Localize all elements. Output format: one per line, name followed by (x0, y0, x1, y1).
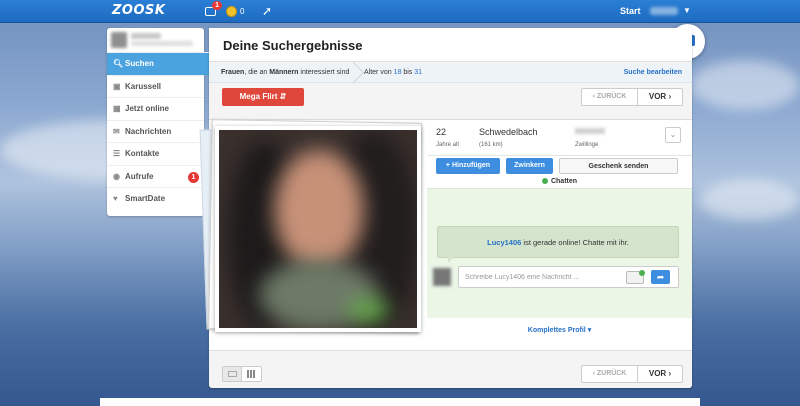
back-button[interactable]: ‹ ZURÜCK (582, 366, 638, 382)
profile-info-row: 22 Jahre alt Schwedelbach (161 km) Zwill… (427, 120, 692, 156)
zodiac-blurred (575, 128, 605, 134)
sidebar: 🔍︎ Suchen ▣ Karussell ▦ Jetzt online ✉ N… (107, 28, 220, 216)
pager-bottom: ‹ ZURÜCK VOR › (581, 365, 683, 383)
single-view-icon[interactable] (223, 367, 242, 381)
edit-search-link[interactable]: Suche bearbeiten (624, 63, 682, 83)
online-icon: ▦ (113, 104, 121, 113)
chevron-down-icon[interactable]: ▼ (683, 6, 691, 15)
sidebar-item-label: Jetzt online (125, 104, 170, 113)
profile-city: Schwedelbach (479, 127, 538, 137)
profile-zodiac: Zwillinge (575, 142, 599, 148)
rocket-icon[interactable]: ➚ (262, 4, 272, 19)
user-name-blurred (131, 33, 161, 39)
pager-top: ‹ ZURÜCK VOR › (581, 88, 683, 106)
sidebar-item-suchen[interactable]: 🔍︎ Suchen (107, 52, 220, 75)
search-results-panel: Deine Suchergebnisse Frauen, die an Männ… (199, 28, 692, 388)
views-badge: 1 (188, 171, 199, 183)
start-link[interactable]: Start (620, 6, 641, 16)
avatar (433, 268, 451, 286)
filter-age-range: Alter von 18 bis 31 (364, 69, 423, 76)
coins-count: 0 (240, 7, 245, 17)
sidebar-item-jetzt-online[interactable]: ▦ Jetzt online (107, 97, 204, 120)
send-gift-button[interactable]: Geschenk senden (559, 158, 678, 174)
coins-indicator[interactable]: 0 (226, 4, 244, 19)
smartdate-icon: ♥ (113, 194, 118, 203)
sidebar-item-label: Aufrufe (125, 171, 154, 181)
notification-badge: 1 (212, 1, 222, 10)
gift-icon[interactable] (626, 270, 645, 284)
user-subtitle-blurred (131, 41, 193, 46)
caret-down-icon: ▾ (587, 327, 592, 334)
next-button[interactable]: VOR › (638, 89, 682, 105)
chat-input-box: ➦ (458, 266, 679, 288)
profile-card: 22 Jahre alt Schwedelbach (161 km) Zwill… (199, 119, 692, 351)
sidebar-item-smartdate[interactable]: ♥ SmartDate (107, 187, 204, 210)
views-icon: ◉ (113, 171, 120, 181)
sidebar-item-karussell[interactable]: ▣ Karussell (107, 74, 204, 98)
mega-flirt-icon: ⇵ (279, 92, 287, 101)
profile-age-label: Jahre alt (436, 142, 460, 148)
sidebar-profile-header[interactable] (107, 28, 204, 52)
sidebar-item-kontakte[interactable]: ☰ Kontakte (107, 142, 204, 165)
add-button[interactable]: + Hinzufügen (436, 158, 500, 174)
search-icon: 🔍︎ (113, 59, 124, 68)
profile-age: 22 (436, 127, 447, 137)
notifications-icon[interactable]: 1 (205, 1, 222, 19)
chat-status-label: Chatten (427, 178, 692, 188)
view-toggle (222, 366, 262, 382)
online-notice: Lucy1406 ist gerade online! Chatte mit i… (437, 226, 679, 263)
online-dot-icon (541, 178, 548, 185)
sidebar-item-aufrufe[interactable]: ◉ Aufrufe 1 (107, 164, 204, 188)
sidebar-item-label: SmartDate (125, 194, 166, 203)
next-button[interactable]: VOR › (638, 366, 682, 382)
carousel-icon: ▣ (113, 81, 121, 91)
send-icon[interactable]: ➦ (651, 270, 670, 284)
user-name[interactable] (650, 7, 678, 15)
footer (100, 398, 700, 406)
search-filter-bar: Frauen, die an Männern interessiert sind… (209, 63, 692, 83)
sidebar-item-label: Suchen (125, 59, 154, 68)
profile-actions: + Hinzufügen Zwinkern Geschenk senden (427, 158, 692, 176)
profile-photo[interactable] (215, 126, 421, 332)
page-title: Deine Suchergebnisse (209, 28, 692, 62)
chat-area: Lucy1406 ist gerade online! Chatte mit i… (427, 188, 692, 318)
mega-flirt-button[interactable]: Mega Flirt ⇵ (222, 88, 304, 106)
grid-view-icon[interactable] (242, 367, 261, 381)
sidebar-item-label: Nachrichten (125, 126, 172, 136)
profile-distance: (161 km) (479, 142, 503, 148)
sidebar-item-nachrichten[interactable]: ✉ Nachrichten (107, 119, 204, 143)
sidebar-item-label: Karussell (125, 81, 162, 91)
filter-gender: Frauen, die an Männern interessiert sind (209, 63, 355, 83)
coin-icon (226, 6, 237, 18)
wink-button[interactable]: Zwinkern (506, 158, 553, 174)
sidebar-item-label: Kontakte (125, 149, 160, 158)
zoosk-logo[interactable]: ZOOSK (108, 3, 169, 19)
expand-chevron-icon[interactable]: ⌄ (665, 127, 681, 143)
avatar (111, 32, 127, 48)
full-profile-link[interactable]: Komplettes Profil ▾ (427, 326, 692, 334)
contacts-icon: ☰ (113, 149, 121, 158)
top-navigation-bar: ZOOSK 1 0 ➚ Start ▼ (0, 0, 800, 23)
back-button[interactable]: ‹ ZURÜCK (582, 89, 638, 105)
messages-icon: ✉ (113, 126, 120, 136)
chat-message-input[interactable] (465, 270, 615, 284)
profile-photo-image (219, 130, 417, 328)
